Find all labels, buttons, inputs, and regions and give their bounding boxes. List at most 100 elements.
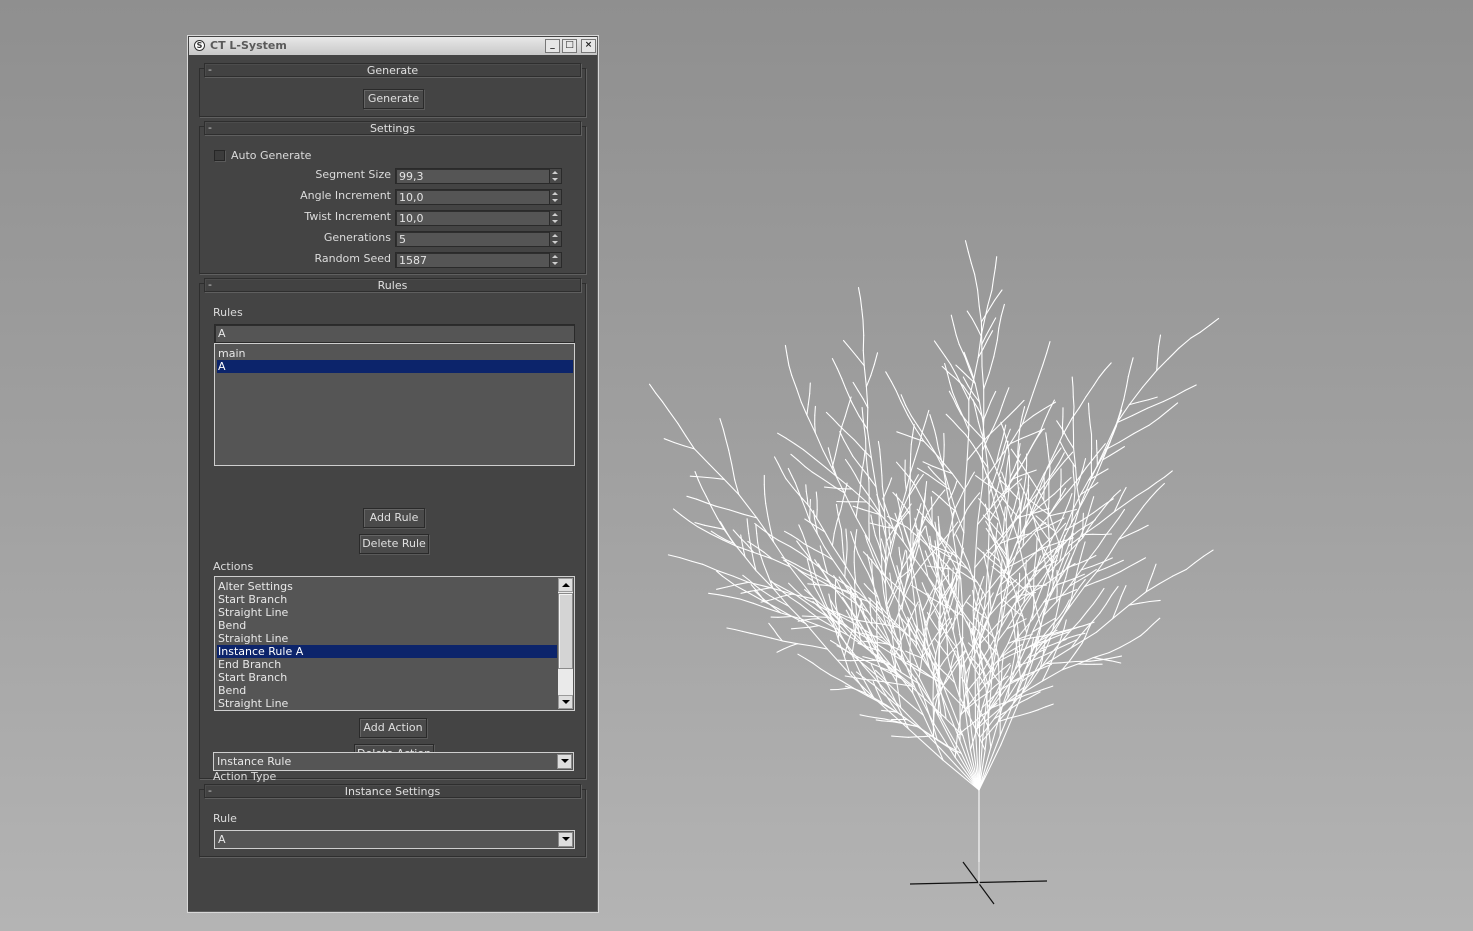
action-item-selected[interactable]: Instance Rule A (217, 645, 557, 658)
scroll-up-icon[interactable] (558, 578, 573, 592)
branch-segment (1149, 599, 1161, 603)
chevron-down-icon[interactable] (558, 832, 573, 847)
branch-segment (907, 736, 917, 738)
dropdown-value: A (218, 833, 226, 846)
panel-title: Rules (377, 279, 408, 292)
branch-segment (868, 561, 872, 571)
spin-down-icon[interactable] (552, 220, 558, 223)
branch-segment (1079, 550, 1083, 561)
scroll-down-icon[interactable] (558, 695, 573, 709)
branch-segment (760, 635, 773, 639)
dropdown-value: Instance Rule (217, 755, 292, 768)
actions-listbox[interactable]: Alter Settings Start Branch Straight Lin… (214, 576, 575, 711)
branch-segment (679, 557, 692, 562)
add-rule-button[interactable]: Add Rule (363, 508, 425, 528)
action-item[interactable]: Bend (217, 684, 557, 697)
branch-segment (809, 382, 811, 395)
branch-segment (1107, 538, 1120, 557)
branch-segment (992, 267, 996, 280)
instance-settings-panel-header[interactable]: - Instance Settings (204, 784, 581, 798)
branch-segment (950, 314, 955, 326)
action-item[interactable]: Start Branch (217, 593, 557, 606)
spin-down-icon[interactable] (552, 241, 558, 244)
chevron-down-icon[interactable] (557, 754, 572, 769)
branch-segment (962, 664, 965, 674)
action-item[interactable]: End Branch (217, 658, 557, 671)
branch-segment (1043, 401, 1057, 410)
rule-item-a[interactable]: A (217, 360, 573, 373)
rules-panel-header[interactable]: - Rules (204, 278, 581, 292)
action-item[interactable]: Start Branch (217, 671, 557, 684)
branch-segment (903, 574, 909, 593)
branch-segment (765, 503, 769, 518)
action-item[interactable]: Alter Settings (217, 580, 557, 593)
app-icon: S (194, 40, 205, 51)
branch-segment (1109, 450, 1118, 457)
settings-panel-header[interactable]: - Settings (204, 121, 581, 135)
spinner-arrows[interactable] (549, 253, 561, 267)
branch-segment (987, 603, 990, 614)
branch-segment (1147, 396, 1158, 401)
generate-button[interactable]: Generate (363, 89, 424, 109)
scroll-thumb[interactable] (558, 593, 573, 669)
branch-segment (955, 364, 963, 372)
branch-segment (742, 574, 750, 581)
spinner-arrows[interactable] (549, 169, 561, 183)
branch-segment (949, 519, 953, 529)
title-bar[interactable]: S CT L-System _ □ × (189, 37, 597, 55)
branch-segment (711, 506, 719, 520)
random-seed-spinner[interactable]: 1587 (395, 252, 562, 268)
branch-segment (982, 464, 987, 474)
branch-segment (762, 563, 769, 577)
branch-segment (1054, 434, 1064, 452)
generate-panel-header[interactable]: - Generate (204, 63, 581, 77)
rule-name-input[interactable]: A (214, 324, 575, 343)
window-title: CT L-System (210, 39, 287, 52)
spinner-arrows[interactable] (549, 211, 561, 225)
action-item[interactable]: Bend (217, 619, 557, 632)
spin-up-icon[interactable] (552, 234, 558, 237)
branch-segment (878, 532, 882, 548)
action-item[interactable]: Straight Line (217, 606, 557, 619)
branch-segment (901, 582, 905, 593)
spin-down-icon[interactable] (552, 262, 558, 265)
twist-increment-spinner[interactable]: 10,0 (395, 210, 562, 226)
branch-segment (667, 554, 681, 559)
action-item[interactable]: Straight Line (217, 697, 557, 710)
generations-spinner[interactable]: 5 (395, 231, 562, 247)
branch-segment (732, 575, 749, 583)
rule-item-main[interactable]: main (217, 347, 573, 360)
spin-up-icon[interactable] (552, 255, 558, 258)
branch-segment (1092, 507, 1101, 514)
spin-up-icon[interactable] (552, 213, 558, 216)
action-item[interactable]: Straight Line (217, 632, 557, 645)
branch-segment (1138, 399, 1149, 403)
branch-segment (967, 661, 971, 679)
branch-segment (1012, 617, 1015, 629)
branch-segment (1136, 557, 1147, 563)
spin-up-icon[interactable] (552, 171, 558, 174)
spin-down-icon[interactable] (552, 199, 558, 202)
angle-increment-spinner[interactable]: 10,0 (395, 189, 562, 205)
action-type-dropdown[interactable]: Instance Rule (213, 752, 574, 771)
rules-listbox[interactable]: main A (214, 343, 575, 466)
branch-segment (1148, 572, 1154, 584)
instance-rule-dropdown[interactable]: A (214, 830, 575, 849)
spinner-arrows[interactable] (549, 232, 561, 246)
branch-segment (847, 447, 854, 457)
auto-generate-checkbox[interactable] (214, 150, 225, 161)
branch-segment (932, 465, 943, 471)
delete-rule-button[interactable]: Delete Rule (359, 534, 429, 554)
segment-size-spinner[interactable]: 99,3 (395, 168, 562, 184)
actions-scrollbar[interactable] (558, 578, 573, 709)
spinner-arrows[interactable] (549, 190, 561, 204)
maximize-button[interactable]: □ (562, 39, 577, 53)
minimize-button[interactable]: _ (545, 39, 560, 53)
branch-segment (1120, 566, 1130, 573)
spin-down-icon[interactable] (552, 178, 558, 181)
close-button[interactable]: × (581, 39, 596, 53)
spin-up-icon[interactable] (552, 192, 558, 195)
add-action-button[interactable]: Add Action (359, 718, 427, 738)
branch-segment (1078, 395, 1087, 409)
branch-segment (990, 390, 997, 402)
